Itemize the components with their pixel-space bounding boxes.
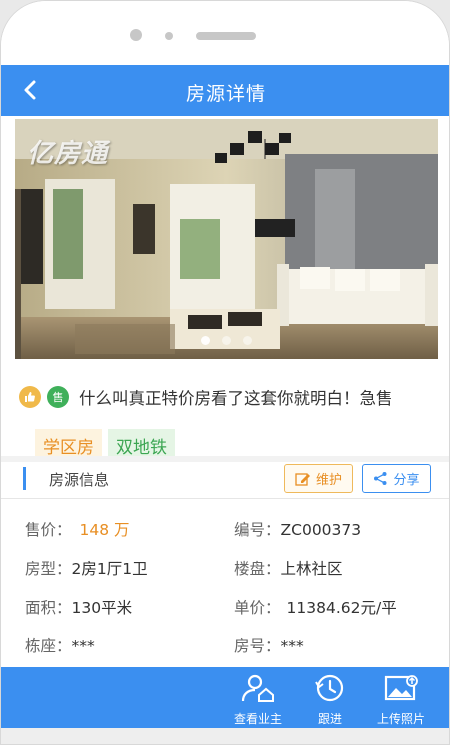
area-label: 面积： bbox=[25, 599, 72, 617]
estate-label: 楼盘： bbox=[234, 560, 281, 578]
room-number-value: *** bbox=[280, 637, 304, 655]
section-accent-bar bbox=[23, 467, 26, 490]
price-field: 售价： 148 万 bbox=[25, 518, 130, 540]
page-title: 房源详情 bbox=[185, 83, 266, 105]
code-field: 编号：ZC000373 bbox=[234, 518, 361, 540]
unit-price-value: 11384.62元/平 bbox=[286, 599, 397, 617]
bottom-action-bar: 查看业主 跟进 上传照片 bbox=[1, 667, 449, 728]
upload-photo-button[interactable]: 上传照片 bbox=[366, 673, 436, 727]
unit-price-field: 单价： 11384.62元/平 bbox=[234, 596, 397, 618]
section-separator bbox=[1, 498, 449, 499]
listing-info-header: 房源信息 维护 分享 bbox=[1, 462, 449, 496]
section-title: 房源信息 bbox=[49, 471, 110, 489]
pager-dot[interactable] bbox=[243, 336, 252, 345]
speaker-grille bbox=[196, 32, 256, 40]
area-value: 130平米 bbox=[71, 599, 133, 617]
phone-frame: 房源详情 亿房通 售 什么叫真正特价房看了这套你就明白！急售 学区房 双地铁 房… bbox=[0, 0, 450, 745]
layout-field: 房型：2房1厅1卫 bbox=[25, 557, 148, 579]
edit-icon bbox=[295, 472, 310, 486]
layout-label: 房型： bbox=[25, 560, 72, 578]
thumbs-up-icon bbox=[19, 386, 41, 408]
property-photo-carousel[interactable]: 亿房通 bbox=[15, 119, 438, 359]
listing-headline: 售 什么叫真正特价房看了这套你就明白！急售 bbox=[19, 385, 393, 409]
sale-badge: 售 bbox=[47, 386, 69, 408]
building-label: 栋座： bbox=[25, 637, 72, 655]
pager-dot[interactable] bbox=[201, 336, 210, 345]
estate-field: 楼盘：上林社区 bbox=[234, 557, 343, 579]
share-button[interactable]: 分享 bbox=[362, 464, 431, 493]
room-number-field: 房号：*** bbox=[234, 634, 304, 656]
carousel-pager bbox=[15, 336, 438, 345]
pager-dot[interactable] bbox=[222, 336, 231, 345]
upload-photo-label: 上传照片 bbox=[376, 712, 425, 726]
camera-dot bbox=[130, 29, 142, 41]
estate-value: 上林社区 bbox=[280, 560, 343, 578]
unit-price-label: 单价： bbox=[234, 599, 281, 617]
listing-title: 什么叫真正特价房看了这套你就明白！急售 bbox=[79, 389, 393, 408]
follow-up-button[interactable]: 跟进 bbox=[295, 673, 365, 727]
bottom-bezel bbox=[1, 728, 449, 744]
sensor-dot bbox=[165, 32, 173, 40]
building-value: *** bbox=[71, 637, 95, 655]
title-bar: 房源详情 bbox=[1, 65, 449, 116]
maintain-button[interactable]: 维护 bbox=[284, 464, 353, 493]
code-value: ZC000373 bbox=[280, 521, 362, 539]
follow-up-label: 跟进 bbox=[317, 712, 342, 726]
price-label: 售价： bbox=[25, 521, 72, 539]
share-icon bbox=[374, 472, 387, 485]
owner-house-icon bbox=[241, 674, 274, 702]
room-number-label: 房号： bbox=[234, 637, 281, 655]
phone-top-bezel bbox=[1, 1, 449, 65]
area-field: 面积：130平米 bbox=[25, 596, 132, 618]
history-clock-icon bbox=[315, 674, 344, 702]
upload-image-icon bbox=[384, 675, 418, 701]
share-label: 分享 bbox=[393, 473, 420, 488]
maintain-label: 维护 bbox=[315, 473, 342, 488]
building-field: 栋座：*** bbox=[25, 634, 95, 656]
code-label: 编号： bbox=[234, 521, 281, 539]
view-owner-label: 查看业主 bbox=[233, 712, 282, 726]
view-owner-button[interactable]: 查看业主 bbox=[223, 673, 293, 727]
layout-value: 2房1厅1卫 bbox=[71, 560, 148, 578]
price-value: 148 万 bbox=[79, 521, 130, 539]
photo-watermark: 亿房通 bbox=[27, 139, 109, 169]
